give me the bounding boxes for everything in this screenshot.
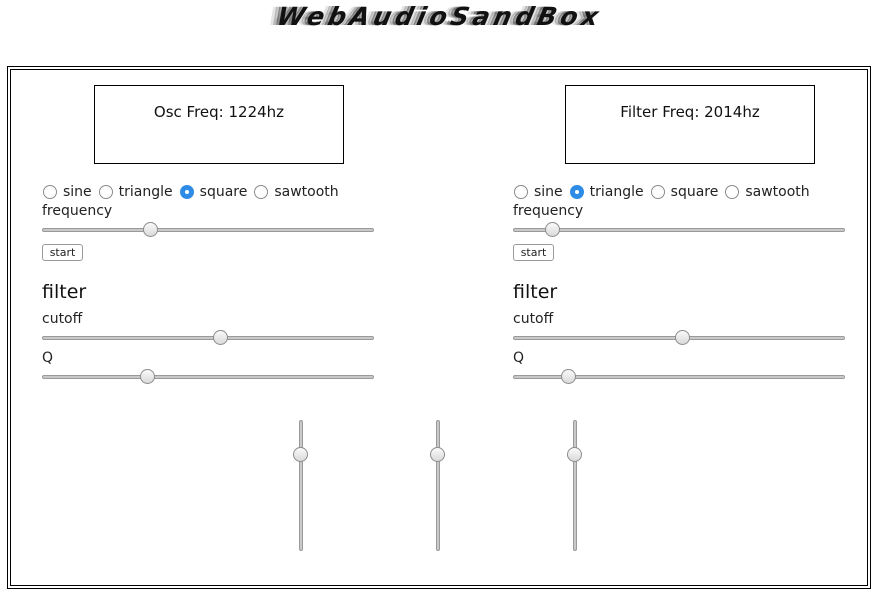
left-q-slider[interactable] [42,369,374,385]
left-cutoff-label: cutoff [42,311,83,327]
left-wave-sine[interactable]: sine [43,184,92,200]
left-wave-sine-label: sine [63,184,92,200]
right-filter-heading: filter [513,281,558,303]
left-frequency-track [42,228,374,232]
left-cutoff-thumb[interactable] [213,330,228,345]
right-radio-square[interactable] [650,185,665,199]
right-cutoff-slider[interactable] [513,330,845,346]
gain-slider-3-track [573,420,577,551]
left-wave-sawtooth-label: sawtooth [274,184,339,200]
right-wave-sawtooth[interactable]: sawtooth [725,184,810,200]
right-cutoff-thumb[interactable] [675,330,690,345]
left-wave-sawtooth[interactable]: sawtooth [254,184,339,200]
left-radio-triangle[interactable] [98,185,113,199]
right-wave-sawtooth-label: sawtooth [745,184,810,200]
left-wave-triangle-label: triangle [118,184,173,200]
right-q-thumb[interactable] [561,369,576,384]
left-q-label: Q [42,350,54,366]
left-frequency-thumb[interactable] [143,222,158,237]
right-q-label: Q [513,350,525,366]
right-wave-triangle[interactable]: triangle [569,184,644,200]
left-radio-sawtooth[interactable] [254,185,269,199]
filter-freq-display: Filter Freq: 2014hz [565,85,815,164]
left-cutoff-slider[interactable] [42,330,374,346]
right-radio-sawtooth[interactable] [725,185,740,199]
left-cutoff-track [42,336,374,340]
left-wave-square-label: square [199,184,248,200]
right-frequency-track [513,228,845,232]
right-wave-triangle-label: triangle [589,184,644,200]
left-radio-square[interactable] [179,185,194,199]
right-cutoff-label: cutoff [513,311,554,327]
left-q-thumb[interactable] [140,369,155,384]
right-radio-sine[interactable] [514,185,528,199]
left-start-button[interactable]: start [42,244,83,261]
osc-freq-display: Osc Freq: 1224hz [94,85,344,164]
left-frequency-label: frequency [42,203,113,219]
left-wave-triangle[interactable]: triangle [98,184,173,200]
gain-slider-3-thumb[interactable] [567,447,582,462]
right-waveform-group: sine triangle square sawtooth [514,182,817,202]
right-frequency-label: frequency [513,203,584,219]
gain-slider-1-track [299,420,303,551]
right-wave-square[interactable]: square [650,184,719,200]
left-filter-heading: filter [42,281,87,303]
gain-slider-2-thumb[interactable] [430,447,445,462]
left-waveform-group: sine triangle square sawtooth [43,182,346,202]
right-wave-sine-label: sine [534,184,563,200]
left-radio-sine[interactable] [43,185,57,199]
gain-slider-1-thumb[interactable] [293,447,308,462]
right-frequency-slider[interactable] [513,222,845,238]
gain-slider-3[interactable] [567,420,583,551]
right-wave-sine[interactable]: sine [514,184,563,200]
left-wave-square[interactable]: square [179,184,248,200]
app-title: WebAudioSandBox [274,2,606,31]
gain-slider-2-track [436,420,440,551]
left-frequency-slider[interactable] [42,222,374,238]
right-start-button[interactable]: start [513,244,554,261]
left-q-track [42,375,374,379]
gain-slider-2[interactable] [430,420,446,551]
right-frequency-thumb[interactable] [545,222,560,237]
right-q-slider[interactable] [513,369,845,385]
right-wave-square-label: square [670,184,719,200]
gain-slider-1[interactable] [293,420,309,551]
right-radio-triangle[interactable] [569,185,584,199]
